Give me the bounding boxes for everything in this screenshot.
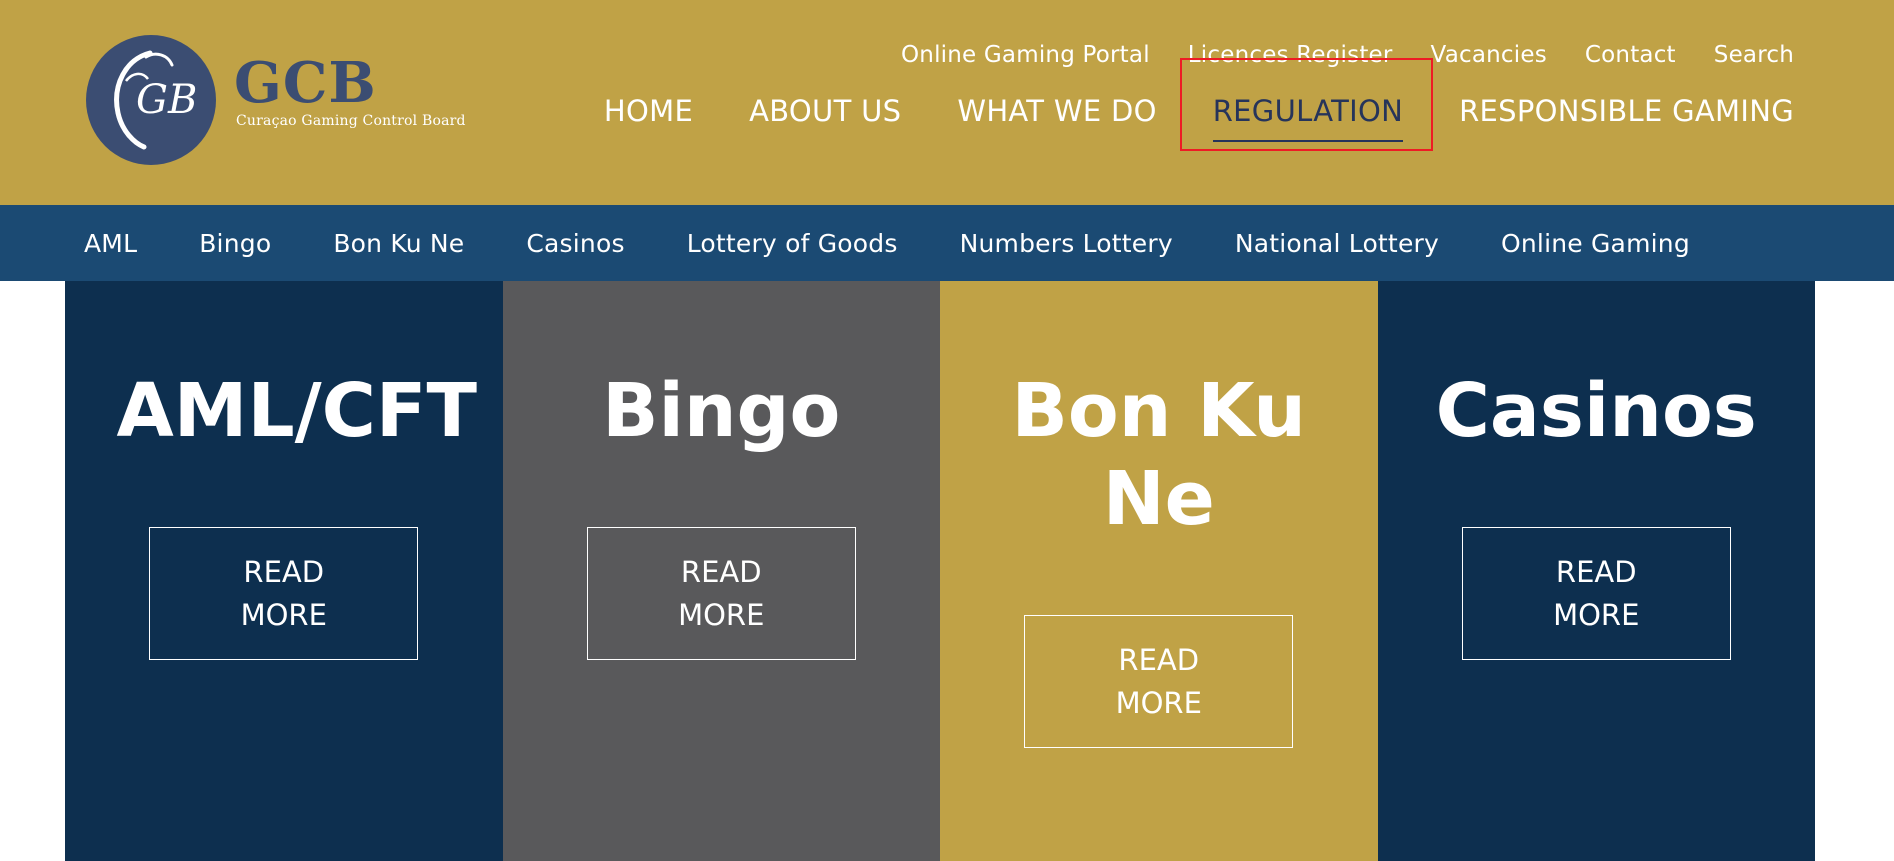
monogram-icon: GB <box>114 50 197 150</box>
util-link-vacancies[interactable]: Vacancies <box>1431 42 1547 68</box>
nav-what-we-do[interactable]: WHAT WE DO <box>957 94 1156 128</box>
monogram-text: GB <box>136 77 197 123</box>
nav-home[interactable]: HOME <box>604 94 693 128</box>
read-more-button-bingo[interactable]: READ MORE <box>586 527 856 660</box>
read-more-button-aml-cft[interactable]: READ MORE <box>149 527 419 660</box>
nav-responsible-gaming-label: RESPONSIBLE GAMING <box>1459 94 1794 128</box>
subnav-bon-ku-ne[interactable]: Bon Ku Ne <box>333 229 464 258</box>
nav-regulation[interactable]: REGULATION <box>1179 58 1433 151</box>
read-more-label: READ MORE <box>1553 554 1640 632</box>
gcb-seal-logo: GB <box>86 35 216 165</box>
util-link-search[interactable]: Search <box>1714 42 1794 68</box>
subnav-online-gaming[interactable]: Online Gaming <box>1501 229 1690 258</box>
regulation-tiles: AML/CFT READ MORE Bingo READ MORE Bon Ku Ne R… <box>65 281 1815 861</box>
tile-title: AML/CFT <box>116 368 477 454</box>
tile-title: Bon Ku Ne <box>1011 368 1306 542</box>
read-more-label: READ MORE <box>678 554 765 632</box>
tile-casinos: Casinos READ MORE <box>1377 281 1815 861</box>
nav-about-us-label: ABOUT US <box>749 94 902 128</box>
nav-what-we-do-label: WHAT WE DO <box>957 94 1157 128</box>
subnav-aml[interactable]: AML <box>84 229 137 258</box>
read-more-label: READ MORE <box>1115 642 1202 720</box>
tile-title: Bingo <box>602 368 841 454</box>
tile-bingo: Bingo READ MORE <box>502 281 940 861</box>
regulation-sub-nav: AML Bingo Bon Ku Ne Casinos Lottery of Goods… <box>0 205 1894 281</box>
util-link-contact[interactable]: Contact <box>1585 42 1676 68</box>
read-more-label: READ MORE <box>240 554 327 632</box>
util-link-online-gaming-portal[interactable]: Online Gaming Portal <box>901 42 1150 68</box>
subnav-national-lottery[interactable]: National Lottery <box>1235 229 1439 258</box>
nav-regulation-label: REGULATION <box>1212 94 1404 128</box>
nav-about-us[interactable]: ABOUT US <box>749 94 901 128</box>
nav-responsible-gaming[interactable]: RESPONSIBLE GAMING <box>1459 94 1794 128</box>
tile-title: Casinos <box>1435 368 1757 454</box>
read-more-button-bon-ku-ne[interactable]: READ MORE <box>1024 615 1294 748</box>
nav-home-label: HOME <box>603 94 694 128</box>
site-header: GB GCB Curaçao Gaming Control Board Onli… <box>0 0 1894 205</box>
subnav-casinos[interactable]: Casinos <box>526 229 624 258</box>
read-more-button-casinos[interactable]: READ MORE <box>1461 527 1731 660</box>
tile-bon-ku-ne: Bon Ku Ne READ MORE <box>940 281 1378 861</box>
tile-aml-cft: AML/CFT READ MORE <box>65 281 503 861</box>
main-nav: HOME ABOUT US WHAT WE DO REGULATION RESPONSI… <box>604 58 1794 151</box>
logo-full-name: Curaçao Gaming Control Board <box>236 113 466 129</box>
subnav-numbers-lottery[interactable]: Numbers Lottery <box>960 229 1173 258</box>
logo-abbreviation: GCB <box>234 50 377 116</box>
subnav-lottery-of-goods[interactable]: Lottery of Goods <box>687 229 898 258</box>
utility-nav: Online Gaming Portal Licences Register Vac… <box>901 42 1794 68</box>
util-link-licences-register[interactable]: Licences Register <box>1188 42 1393 68</box>
subnav-bingo[interactable]: Bingo <box>199 229 271 258</box>
